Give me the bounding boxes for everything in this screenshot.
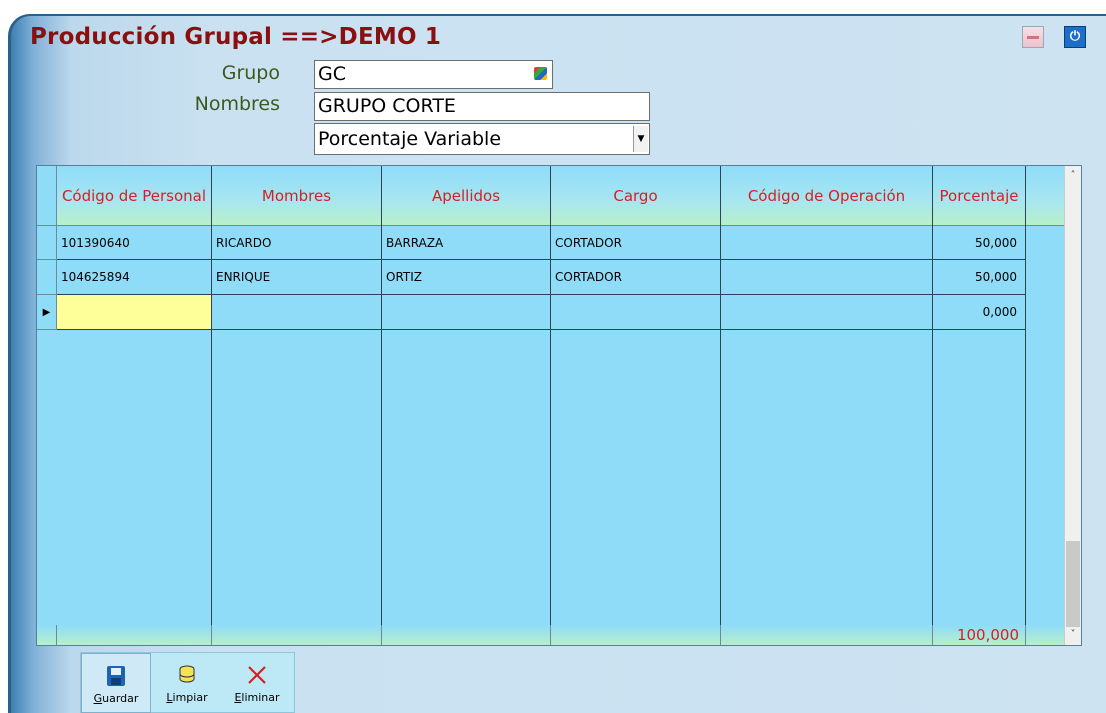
footer-cell (212, 625, 382, 645)
tipo-select[interactable]: Porcentaje Variable ▼ (314, 123, 650, 155)
table-cell-operacion[interactable] (721, 226, 933, 260)
col-header-nombres[interactable]: Mombres (212, 166, 382, 226)
footer-cell (382, 625, 551, 645)
vertical-scrollbar[interactable]: ˄ ˅ (1064, 166, 1081, 645)
table-cell-apellidos[interactable] (382, 295, 551, 330)
total-porcentaje: 100,000 (933, 625, 1026, 645)
database-icon (179, 665, 195, 683)
eliminar-label: liminar (241, 691, 280, 704)
guardar-button[interactable]: Guardar (81, 653, 151, 713)
lookup-icon[interactable] (534, 67, 547, 80)
nombres-label: Nombres (194, 93, 280, 115)
scroll-down-icon[interactable]: ˅ (1065, 627, 1081, 643)
header-row-selector (37, 166, 57, 226)
table-cell-apellidos[interactable]: ORTIZ (382, 260, 551, 295)
col-header-operacion[interactable]: Código de Operación (721, 166, 933, 226)
table-cell-codigo-active[interactable] (57, 295, 212, 330)
grupo-value: GC (318, 63, 346, 85)
scrollbar-thumb[interactable] (1066, 541, 1080, 627)
window-title: Producción Grupal ==>DEMO 1 (30, 24, 442, 50)
footer-cell (551, 625, 721, 645)
limpiar-label: impiar (172, 691, 208, 704)
scroll-up-icon[interactable]: ˄ (1065, 168, 1081, 184)
nombres-field[interactable]: GRUPO CORTE (314, 92, 650, 121)
row-selector[interactable] (37, 226, 57, 260)
footer-selector (37, 625, 57, 645)
table-cell-nombres[interactable]: RICARDO (212, 226, 382, 260)
table-cell-porcentaje[interactable]: 50,000 (933, 226, 1026, 260)
table-cell-codigo[interactable]: 104625894 (57, 260, 212, 295)
table-cell-porcentaje[interactable]: 50,000 (933, 260, 1026, 295)
row-selector[interactable] (37, 260, 57, 295)
dropdown-arrow-icon[interactable]: ▼ (633, 126, 648, 152)
current-row-indicator[interactable]: ▶ (37, 295, 57, 330)
col-header-codigo[interactable]: Código de Personal (57, 166, 212, 226)
tipo-select-value: Porcentaje Variable (318, 128, 502, 150)
footer-cell (721, 625, 933, 645)
grupo-field[interactable]: GC (314, 60, 553, 89)
col-header-apellidos[interactable]: Apellidos (382, 166, 551, 226)
guardar-key: G (93, 692, 103, 705)
table-cell-cargo[interactable]: CORTADOR (551, 260, 721, 295)
delete-x-icon (248, 666, 266, 684)
personal-grid: Código de Personal Mombres Apellidos Car… (36, 165, 1082, 646)
table-cell-codigo[interactable]: 101390640 (57, 226, 212, 260)
col-header-porcentaje[interactable]: Porcentaje (933, 166, 1026, 226)
footer-cell (57, 625, 212, 645)
eliminar-button[interactable]: Eliminar (222, 653, 292, 713)
save-icon (107, 666, 125, 686)
table-cell-nombres[interactable]: ENRIQUE (212, 260, 382, 295)
table-cell-porcentaje[interactable]: 0,000 (933, 295, 1026, 330)
grupo-label: Grupo (221, 62, 280, 84)
table-cell-apellidos[interactable]: BARRAZA (382, 226, 551, 260)
table-cell-nombres[interactable] (212, 295, 382, 330)
col-header-filler (1026, 166, 1066, 226)
footer-cell (1026, 625, 1066, 645)
table-cell-cargo[interactable]: CORTADOR (551, 226, 721, 260)
limpiar-button[interactable]: Limpiar (152, 653, 222, 713)
close-power-button[interactable]: ⏻ (1064, 26, 1086, 48)
table-cell-operacion[interactable] (721, 260, 933, 295)
minimize-button[interactable] (1022, 26, 1044, 48)
table-cell-cargo[interactable] (551, 295, 721, 330)
power-icon: ⏻ (1069, 29, 1081, 44)
table-cell-operacion[interactable] (721, 295, 933, 330)
col-header-cargo[interactable]: Cargo (551, 166, 721, 226)
guardar-label: uardar (102, 692, 139, 705)
